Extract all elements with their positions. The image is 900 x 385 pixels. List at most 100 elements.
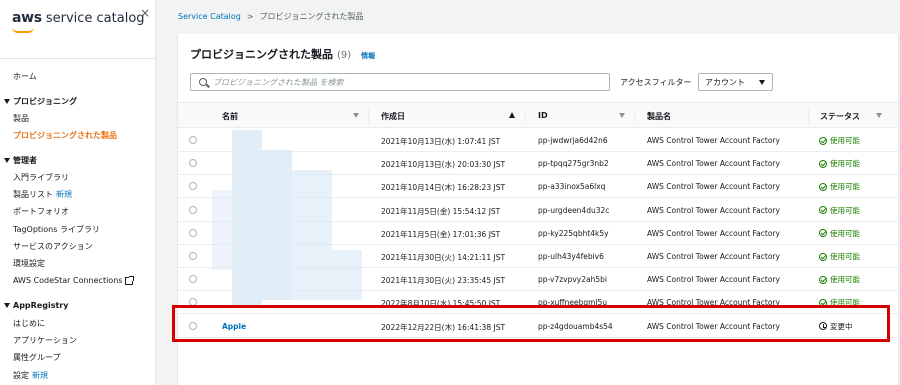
nav-settings[interactable]: 設定 新規: [13, 370, 48, 381]
nav-provisioned-products[interactable]: プロビジョニングされた製品: [13, 130, 117, 141]
row-select-radio[interactable]: [189, 275, 197, 284]
nav-service-actions[interactable]: サービスのアクション: [13, 241, 93, 252]
breadcrumb: Service Catalog > プロビジョニングされた製品: [178, 11, 364, 22]
row-created-date: 2021年11月30日(火) 23:35:45 JST: [381, 276, 506, 286]
row-id: pp-ky225qbht4k5y: [538, 228, 609, 238]
row-id: pp-urgdeen4du32c: [538, 205, 610, 215]
row-id: pp-a33inox5a6lxq: [538, 182, 606, 192]
row-product-name: AWS Control Tower Account Factory: [647, 136, 780, 145]
column-header-status[interactable]: ステータス: [820, 111, 860, 122]
check-circle-icon: [819, 206, 827, 215]
nav-environment-settings[interactable]: 環境設定: [13, 258, 45, 269]
item-count: (9): [337, 50, 352, 61]
new-badge: 新規: [32, 371, 48, 380]
nav-settings-label: 設定: [13, 371, 29, 380]
nav-home[interactable]: ホーム: [13, 71, 37, 82]
caret-down-icon: [4, 99, 10, 104]
breadcrumb-current: プロビジョニングされた製品: [259, 12, 364, 21]
column-divider: [634, 109, 635, 123]
row-product-name: AWS Control Tower Account Factory: [647, 159, 780, 169]
caret-down-icon: [4, 158, 10, 163]
check-circle-icon: [819, 229, 827, 238]
row-created-date: 2021年10月13日(水) 1:07:41 JST: [381, 137, 501, 146]
column-divider: [368, 109, 369, 123]
row-product-name: AWS Control Tower Account Factory: [647, 182, 780, 192]
caret-down-icon: [4, 303, 10, 308]
row-product-name: AWS Control Tower Account Factory: [647, 275, 780, 285]
nav-applications[interactable]: アプリケーション: [13, 335, 77, 346]
nav-section-label: プロビジョニング: [13, 97, 77, 106]
highlight-box: [172, 305, 890, 342]
status-badge: 使用可能: [819, 158, 860, 169]
breadcrumb-service-catalog[interactable]: Service Catalog: [178, 12, 241, 21]
access-filter-label: アクセスフィルター: [620, 78, 692, 87]
nav-codestar-connections[interactable]: AWS CodeStar Connections: [13, 275, 135, 285]
column-header-id[interactable]: ID: [538, 111, 548, 120]
check-circle-icon: [819, 136, 827, 145]
search-input[interactable]: プロビジョニングされた製品 を検索: [190, 73, 610, 91]
sort-ascending-icon[interactable]: [509, 112, 515, 118]
row-select-radio[interactable]: [189, 252, 197, 260]
nav-section-appregistry[interactable]: AppRegistry: [4, 301, 68, 310]
row-select-radio[interactable]: [189, 228, 197, 237]
service-catalog-logo[interactable]: aws service catalog: [12, 10, 145, 26]
row-select-radio[interactable]: [189, 182, 197, 191]
column-header-product[interactable]: 製品名: [647, 111, 671, 122]
status-label: 使用可能: [830, 275, 860, 285]
column-header-name[interactable]: 名前: [222, 111, 238, 122]
column-header-created[interactable]: 作成日: [381, 111, 405, 122]
row-id: pp-ulh43y4febiv6: [538, 252, 604, 261]
logo-service-text: service catalog: [45, 10, 145, 26]
nav-attribute-groups[interactable]: 属性グループ: [13, 352, 61, 363]
column-divider: [808, 109, 809, 123]
nav-getting-started-library[interactable]: 入門ライブラリ: [13, 172, 69, 183]
nav-section-admin[interactable]: 管理者: [4, 155, 37, 166]
row-created-date: 2021年10月14日(木) 16:28:23 JST: [381, 183, 506, 193]
external-link-icon: [125, 275, 135, 285]
divider: [0, 58, 156, 59]
row-id: pp-v7zvpvy2ah5bi: [538, 275, 607, 285]
row-id: pp-tpqq275gr3nb2: [538, 159, 609, 169]
access-filter-value: アカウント: [705, 78, 745, 87]
column-divider: [525, 109, 526, 123]
nav-tagoptions-library[interactable]: TagOptions ライブラリ: [13, 224, 100, 235]
row-created-date: 2021年10月13日(水) 20:03:30 JST: [381, 160, 506, 170]
sort-icon[interactable]: [876, 113, 882, 118]
status-label: 使用可能: [830, 182, 860, 192]
row-select-radio[interactable]: [189, 136, 197, 144]
nav-portfolio[interactable]: ポートフォリオ: [13, 206, 69, 217]
status-badge: 使用可能: [819, 251, 860, 262]
nav-getting-started[interactable]: はじめに: [13, 318, 45, 329]
panel-header: プロビジョニングされた製品 (9) 情報: [190, 46, 375, 62]
row-created-date: 2021年11月30日(火) 14:21:11 JST: [381, 253, 506, 262]
page-title: プロビジョニングされた製品: [190, 48, 333, 61]
row-created-date: 2021年11月5日(金) 15:54:12 JST: [381, 206, 501, 216]
access-filter-select[interactable]: アカウント: [698, 73, 773, 91]
row-created-date: 2021年11月5日(金) 17:01:36 JST: [381, 229, 501, 239]
status-label: 使用可能: [830, 159, 860, 169]
status-label: 使用可能: [830, 252, 860, 261]
nav-products[interactable]: 製品: [13, 113, 29, 124]
sort-icon[interactable]: [619, 113, 625, 118]
close-icon[interactable]: ×: [140, 6, 150, 20]
nav-section-label: AppRegistry: [13, 301, 69, 310]
nav-section-provisioning[interactable]: プロビジョニング: [4, 96, 77, 107]
status-label: 使用可能: [830, 136, 860, 145]
search-icon: [199, 78, 207, 86]
status-label: 使用可能: [830, 205, 860, 215]
status-badge: 使用可能: [819, 135, 860, 146]
row-product-name: AWS Control Tower Account Factory: [647, 252, 780, 261]
nav-product-list-label: 製品リスト: [13, 190, 53, 199]
logo-aws-text: aws: [12, 10, 42, 26]
new-badge: 新規: [56, 190, 72, 199]
info-link[interactable]: 情報: [361, 51, 375, 61]
search-placeholder: プロビジョニングされた製品 を検索: [213, 78, 344, 87]
row-select-radio[interactable]: [189, 159, 197, 168]
row-id: pp-jwdwrja6d42n6: [538, 136, 608, 145]
nav-product-list[interactable]: 製品リスト 新規: [13, 189, 72, 200]
row-select-radio[interactable]: [189, 205, 197, 214]
sort-icon[interactable]: [353, 113, 359, 118]
breadcrumb-separator: >: [246, 12, 254, 21]
check-circle-icon: [819, 275, 827, 284]
redacted-names-overlay: [212, 130, 362, 306]
